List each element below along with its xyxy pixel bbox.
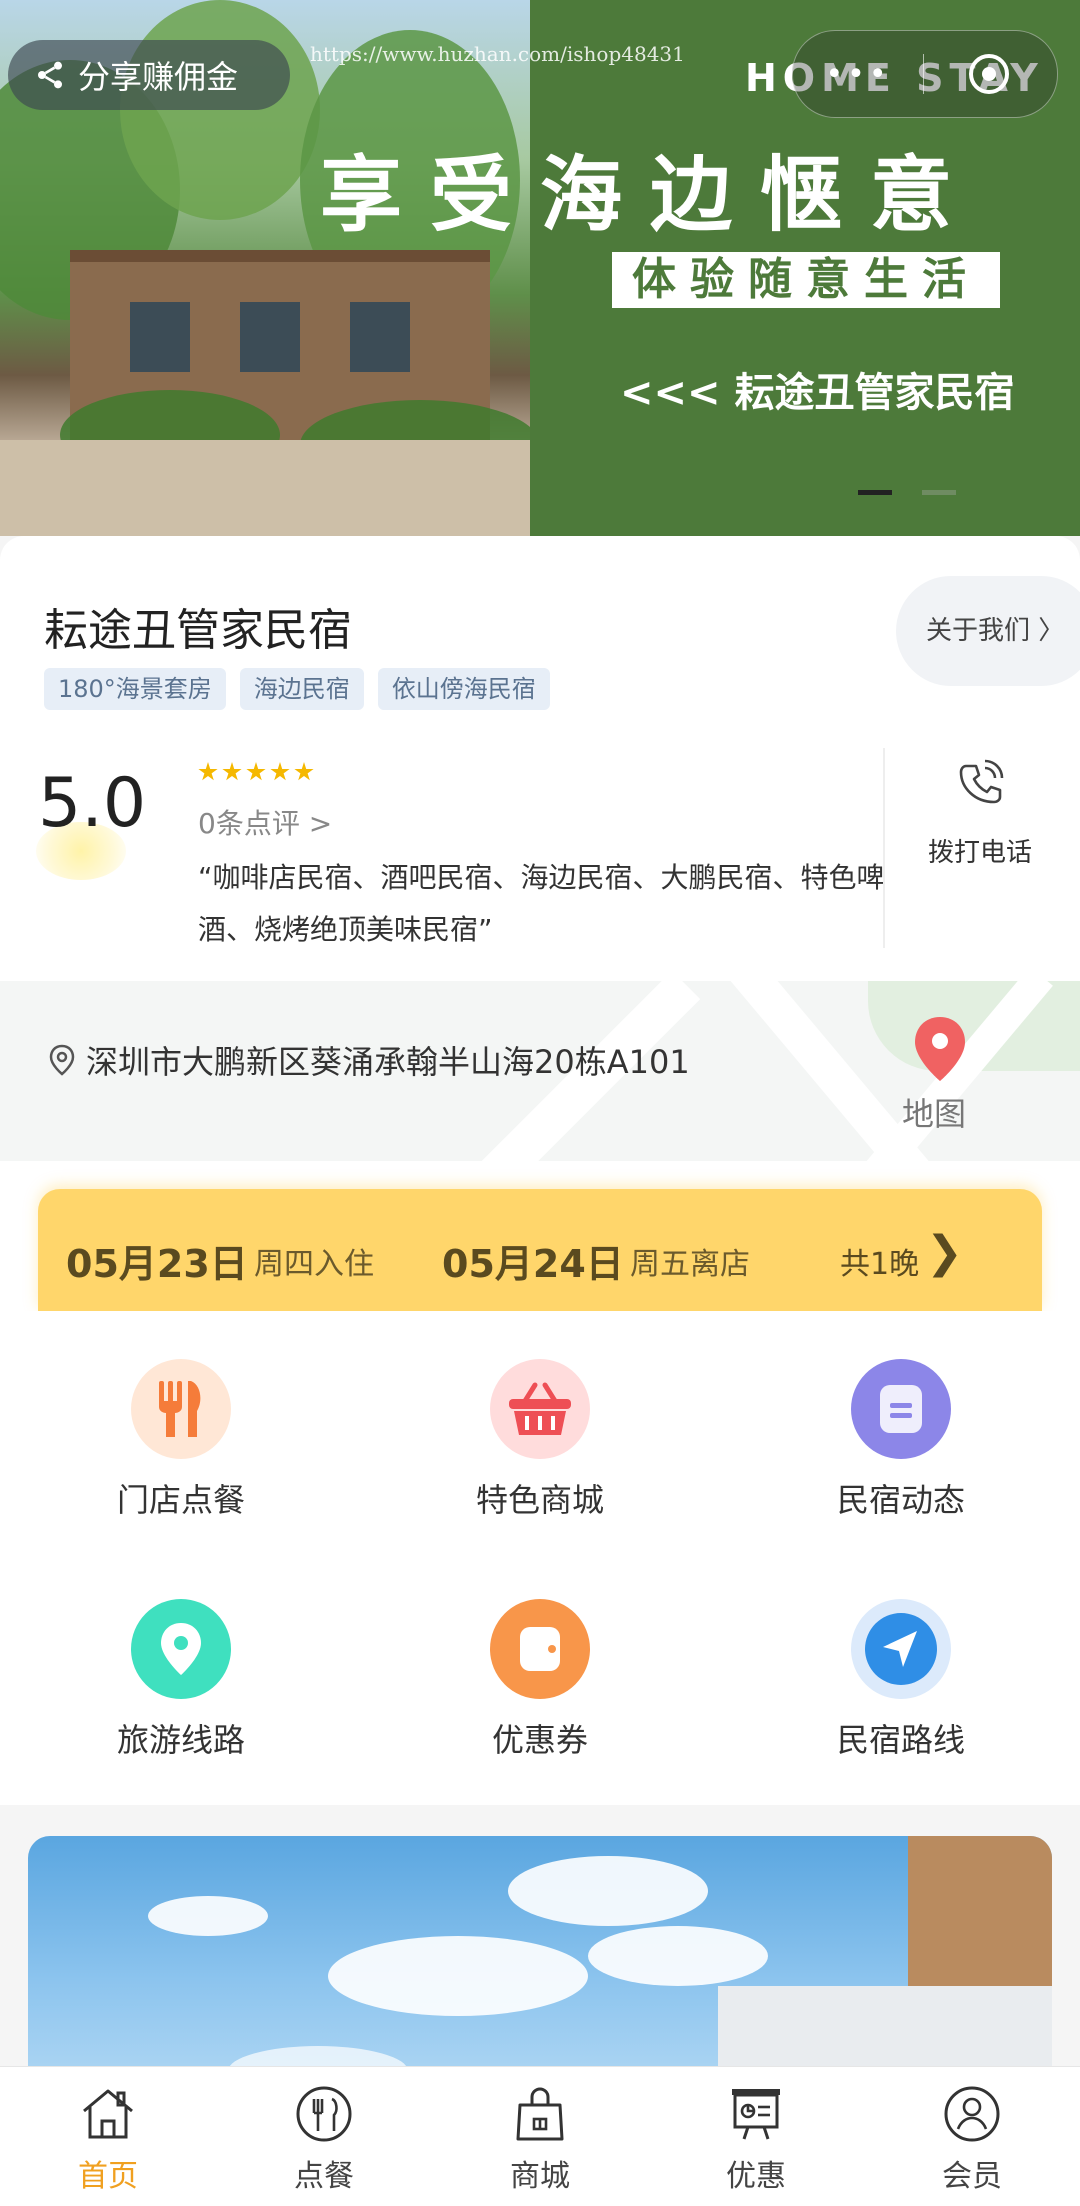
date-picker-bar[interactable]: 05月23日 周四入住 05月24日 周五离店 共1晚 ❯ xyxy=(38,1189,1042,1311)
address-text: 深圳市大鹏新区葵涌承翰半山海20栋A101 xyxy=(86,1043,690,1081)
map-label[interactable]: 地图 xyxy=(902,1089,966,1135)
call-button[interactable]: 拨打电话 xyxy=(900,758,1060,869)
close-miniprogram-button[interactable] xyxy=(924,52,1054,96)
share-earn-button[interactable]: 分享赚佣金 xyxy=(8,40,290,110)
banner-title: 享受海边惬意 xyxy=(320,148,981,243)
url-watermark: https://www.huzhan.com/ishop48431 xyxy=(310,42,685,66)
store-tag: 180°海景套房 xyxy=(44,668,226,710)
bottom-tab-bar: 首页 点餐 商城 优惠 会员 xyxy=(0,2066,1080,2206)
grid-item-news[interactable]: 民宿动态 xyxy=(776,1359,1026,1521)
map-pin-icon[interactable] xyxy=(912,1015,968,1083)
function-grid: 门店点餐 特色商城 民宿动态 旅游线路 优惠券 民宿路线 xyxy=(0,1311,1080,1805)
reviews-link[interactable]: 0条点评 > xyxy=(198,802,332,842)
carousel-indicator-active xyxy=(858,490,892,495)
store-tag: 依山傍海民宿 xyxy=(377,668,550,710)
promo-cloud xyxy=(588,1926,768,1986)
star-icon xyxy=(198,762,218,781)
checkin-date: 05月23日 xyxy=(66,1242,248,1286)
tab-label: 点餐 xyxy=(294,2159,354,2194)
checkin-label: 周四入住 xyxy=(254,1247,374,1282)
rating-score: 5.0 xyxy=(38,764,147,843)
presentation-icon xyxy=(732,2089,780,2140)
rating-stars xyxy=(198,762,314,782)
promo-cloud xyxy=(508,1856,708,1926)
home-icon xyxy=(83,2089,133,2139)
star-icon xyxy=(222,762,242,781)
tab-label: 首页 xyxy=(78,2159,138,2194)
share-label: 分享赚佣金 xyxy=(78,58,239,96)
checkout-label: 周五离店 xyxy=(630,1247,750,1282)
tab-member[interactable]: 会员 xyxy=(864,2067,1080,2206)
phone-icon xyxy=(959,759,1004,804)
hero-banner[interactable]: https://www.huzhan.com/ishop48431 HOME S… xyxy=(0,0,1080,536)
fork-knife-icon xyxy=(131,1359,231,1459)
call-label: 拨打电话 xyxy=(927,838,1032,868)
basket-icon xyxy=(490,1359,590,1459)
navigation-arrow-icon xyxy=(851,1599,951,1699)
chevron-right-icon: ❯ xyxy=(926,1227,963,1278)
grid-label: 门店点餐 xyxy=(116,1481,245,1519)
grid-label: 民宿路线 xyxy=(836,1721,965,1759)
tab-discount[interactable]: 优惠 xyxy=(648,2067,864,2206)
banner-subtitle: 体验随意生活 xyxy=(612,252,1000,308)
star-icon xyxy=(294,762,314,781)
store-name: 耘途丑管家民宿 xyxy=(44,605,352,656)
promo-cloud xyxy=(328,1936,588,2016)
document-icon xyxy=(851,1359,951,1459)
grid-item-directions[interactable]: 民宿路线 xyxy=(776,1599,1026,1761)
tab-label: 优惠 xyxy=(726,2159,786,2194)
user-icon xyxy=(944,2086,1000,2142)
miniprogram-capsule[interactable]: ••• xyxy=(792,30,1058,118)
carousel-indicator xyxy=(922,490,956,495)
grid-label: 特色商城 xyxy=(475,1481,604,1519)
promo-building xyxy=(908,1836,1052,1996)
about-us-button[interactable]: 关于我们 〉 xyxy=(896,576,1080,686)
star-icon xyxy=(246,762,266,781)
more-menu-button[interactable]: ••• xyxy=(793,57,923,92)
tab-dining[interactable]: 点餐 xyxy=(216,2067,432,2206)
booking-section: 05月23日 周四入住 05月24日 周五离店 共1晚 ❯ xyxy=(0,1161,1080,1311)
location-pin-icon xyxy=(131,1599,231,1699)
address-map-row[interactable]: 深圳市大鹏新区葵涌承翰半山海20栋A101 地图 xyxy=(0,981,1080,1161)
store-info-card: 耘途丑管家民宿 关于我们 〉 180°海景套房 海边民宿 依山傍海民宿 5.0 … xyxy=(0,536,1080,981)
grid-item-store-order[interactable]: 门店点餐 xyxy=(56,1359,306,1521)
dining-icon xyxy=(296,2086,352,2142)
checkout-date: 05月24日 xyxy=(442,1242,624,1286)
star-icon xyxy=(270,762,290,781)
grid-item-travel-routes[interactable]: 旅游线路 xyxy=(56,1599,306,1761)
divider xyxy=(883,748,885,948)
coupon-wallet-icon xyxy=(490,1599,590,1699)
tab-label: 商城 xyxy=(510,2159,570,2194)
grid-label: 民宿动态 xyxy=(836,1481,965,1519)
store-tag: 海边民宿 xyxy=(239,668,364,710)
shopping-bag-icon xyxy=(516,2087,564,2141)
store-description: “咖啡店民宿、酒吧民宿、海边民宿、大鹏民宿、特色啤酒、烧烤绝顶美味民宿” xyxy=(198,861,885,946)
grid-item-mall[interactable]: 特色商城 xyxy=(415,1359,665,1521)
target-icon xyxy=(969,54,1009,94)
address: 深圳市大鹏新区葵涌承翰半山海20栋A101 xyxy=(48,1037,690,1083)
tab-mall[interactable]: 商城 xyxy=(432,2067,648,2206)
grid-item-coupon[interactable]: 优惠券 xyxy=(415,1599,665,1761)
banner-tagline: <<< 耘途丑管家民宿 xyxy=(620,370,1015,416)
store-tags: 180°海景套房 海边民宿 依山傍海民宿 xyxy=(44,668,550,710)
grid-label: 旅游线路 xyxy=(116,1721,245,1759)
nights-count: 共1晚 xyxy=(840,1247,920,1282)
share-icon xyxy=(38,61,62,89)
promo-cloud xyxy=(148,1896,268,1936)
tab-label: 会员 xyxy=(942,2159,1002,2194)
tab-home[interactable]: 首页 xyxy=(0,2067,216,2206)
location-icon xyxy=(49,1044,75,1076)
grid-label: 优惠券 xyxy=(491,1721,588,1759)
